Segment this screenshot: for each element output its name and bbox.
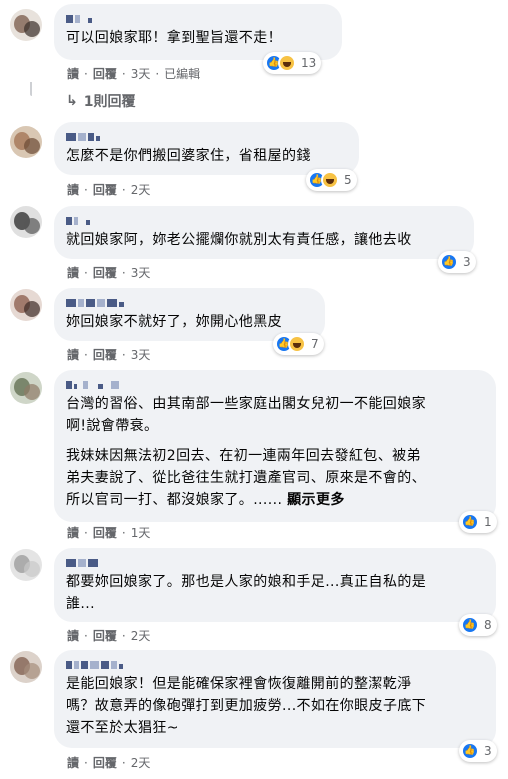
comment-actions: 讀 · 回覆 · 3天 [67,346,151,363]
haha-icon [278,54,296,72]
reaction-count: 3 [484,744,492,758]
reaction-summary[interactable]: 👍 5 [306,169,357,191]
timestamp[interactable]: 1天 [131,524,151,541]
read-action[interactable]: 讀 [67,181,79,198]
thread-connector [30,82,32,96]
avatar[interactable] [10,372,42,404]
reply-button[interactable]: 回覆 [93,627,117,644]
comment-actions: 讀 · 回覆 · 2天 [67,181,151,198]
avatar[interactable] [10,549,42,581]
comment-bubble: 台灣的習俗、由其南部一些家庭出閣女兒初一不能回娘家 啊!說會帶衰。 我妹妹因無法… [54,370,496,522]
read-action[interactable]: 讀 [67,264,79,281]
reaction-summary[interactable]: 👍 13 [263,52,322,74]
timestamp[interactable]: 3天 [131,264,151,281]
reply-button[interactable]: 回覆 [93,264,117,281]
avatar[interactable] [10,9,42,41]
timestamp[interactable]: 3天 [131,346,151,363]
like-icon: 👍 [461,616,479,634]
comment-bubble: 是能回娘家！但是能確保家裡會恢復離開前的整潔乾淨 嗎？故意弄的像砲彈打到更加疲勞… [54,650,496,748]
read-action[interactable]: 讀 [67,524,79,541]
reaction-count: 13 [301,56,317,70]
reply-button[interactable]: 回覆 [93,524,117,541]
reaction-summary[interactable]: 👍 3 [438,251,476,273]
read-action[interactable]: 讀 [67,65,79,82]
view-replies-link[interactable]: ↳ 1則回覆 [66,91,135,111]
reaction-count: 1 [484,515,492,529]
edited-label: 已編輯 [164,67,201,81]
like-icon: 👍 [440,253,458,271]
comment-text: 妳回娘家不就好了，妳開心他黑皮 [66,314,282,330]
comment-text-continued: 我妹妹因無法初2回去、在初一連兩年回去發紅包、被弟 弟夫妻說了、從比爸往生就打遺… [66,448,426,508]
reply-button[interactable]: 回覆 [93,346,117,363]
timestamp[interactable]: 2天 [131,627,151,644]
comment-text: 怎麼不是你們搬回婆家住，省租屋的錢 [66,148,311,164]
comment-bubble: 就回娘家阿，妳老公擺爛你就別太有責任感，讓他去收 [54,206,474,259]
like-icon: 👍 [461,513,479,531]
reaction-count: 8 [484,618,492,632]
comment-actions: 讀 · 回覆 · 2天 [67,627,151,644]
timestamp[interactable]: 3天 [131,65,151,82]
see-more-link[interactable]: 顯示更多 [287,492,345,508]
avatar[interactable] [10,206,42,238]
avatar[interactable] [10,651,42,683]
haha-icon [321,171,339,189]
haha-icon [288,335,306,353]
reply-button[interactable]: 回覆 [93,754,117,771]
comment-bubble: 都要妳回娘家了。那也是人家的娘和手足...真正自私的是 誰... [54,548,496,622]
read-action[interactable]: 讀 [67,346,79,363]
blurred-author-name[interactable] [66,296,313,307]
comment-actions: 讀 · 回覆 · 3天 [67,264,151,281]
reaction-summary[interactable]: 👍 3 [459,740,497,762]
blurred-author-name[interactable] [66,378,484,389]
like-icon: 👍 [461,742,479,760]
comment-text: 是能回娘家！但是能確保家裡會恢復離開前的整潔乾淨 嗎？故意弄的像砲彈打到更加疲勞… [66,676,427,736]
comment-actions: 讀 · 回覆 · 2天 [67,754,151,771]
timestamp[interactable]: 2天 [131,181,151,198]
read-action[interactable]: 讀 [67,754,79,771]
comment-text: 都要妳回娘家了。那也是人家的娘和手足...真正自私的是 誰... [66,574,427,612]
comment-text: 台灣的習俗、由其南部一些家庭出閣女兒初一不能回娘家 啊!說會帶衰。 [66,396,426,434]
comment-actions: 讀 · 回覆 · 3天 · 已編輯 [67,65,201,82]
timestamp[interactable]: 2天 [131,754,151,771]
blurred-author-name[interactable] [66,556,484,567]
reaction-count: 3 [463,255,471,269]
reaction-summary[interactable]: 👍 7 [273,333,324,355]
comment-text: 可以回娘家耶！拿到聖旨還不走！ [66,30,282,46]
avatar[interactable] [10,126,42,158]
reply-arrow-icon: ↳ [66,93,78,109]
comment-text: 就回娘家阿，妳老公擺爛你就別太有責任感，讓他去收 [66,232,412,248]
reaction-count: 5 [344,173,352,187]
reaction-count: 7 [311,337,319,351]
blurred-author-name[interactable] [66,130,347,141]
read-action[interactable]: 讀 [67,627,79,644]
reaction-summary[interactable]: 👍 1 [459,511,497,533]
blurred-author-name[interactable] [66,658,484,669]
blurred-author-name[interactable] [66,12,330,23]
blurred-author-name[interactable] [66,214,462,225]
reaction-summary[interactable]: 👍 8 [459,614,497,636]
comment-bubble: 怎麼不是你們搬回婆家住，省租屋的錢 [54,122,359,175]
reply-button[interactable]: 回覆 [93,181,117,198]
avatar[interactable] [10,289,42,321]
comment-actions: 讀 · 回覆 · 1天 [67,524,151,541]
reply-button[interactable]: 回覆 [93,65,117,82]
